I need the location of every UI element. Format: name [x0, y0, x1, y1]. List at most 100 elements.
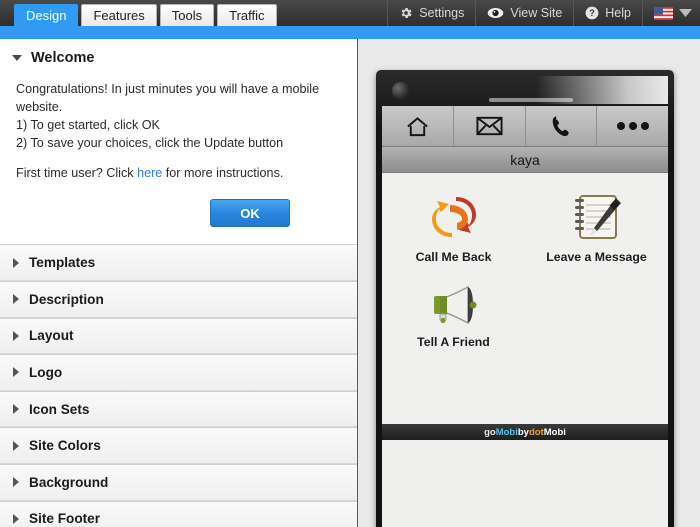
design-editor-panel: Welcome Congratulations! In just minutes… [0, 39, 358, 527]
mobile-nav-bar [382, 106, 668, 146]
tile-label-tell-a-friend: Tell A Friend [417, 335, 490, 349]
preview-pane: kaya Call Me Back Leave a Message Tell A… [358, 39, 700, 527]
accordion-item-layout[interactable]: Layout [0, 317, 357, 355]
ok-button[interactable]: OK [210, 199, 290, 228]
caret-down-icon [12, 55, 22, 61]
home-icon [405, 115, 430, 138]
caret-right-icon [13, 294, 19, 305]
caret-right-icon [13, 440, 19, 451]
caret-right-icon [13, 367, 19, 378]
tab-features[interactable]: Features [81, 4, 157, 26]
tile-label-leave-a-message: Leave a Message [546, 250, 647, 264]
tab-traffic[interactable]: Traffic [217, 4, 277, 26]
accent-strip [0, 26, 700, 39]
brand-dot: dot [528, 426, 544, 438]
top-toolbar: Design Features Tools Traffic Settings V… [0, 0, 700, 26]
welcome-line-3: 2) To save your choices, click the Updat… [16, 135, 284, 150]
phone-mockup: kaya Call Me Back Leave a Message Tell A… [376, 70, 674, 527]
tab-tools[interactable]: Tools [159, 4, 215, 26]
accordion-item-background[interactable]: Background [0, 463, 357, 501]
accordion-item-templates[interactable]: Templates [0, 244, 357, 281]
language-selector[interactable] [642, 0, 700, 26]
help-button[interactable]: ? Help [573, 0, 642, 26]
phone-icon [550, 115, 571, 137]
accordion-label-logo: Logo [29, 364, 63, 380]
help-label: Help [605, 6, 631, 20]
tab-features-label: Features [93, 8, 145, 23]
main-body: Welcome Congratulations! In just minutes… [0, 39, 700, 527]
notepad-pen-icon [571, 191, 623, 243]
nav-more-button[interactable] [597, 106, 668, 146]
brand-by: by [517, 426, 529, 438]
accordion-item-description[interactable]: Description [0, 280, 357, 318]
brand-go: go [484, 426, 496, 438]
accordion-label-description: Description [29, 291, 104, 307]
main-tab-bar: Design Features Tools Traffic [0, 0, 277, 26]
accordion-item-site-colors[interactable]: Site Colors [0, 427, 357, 464]
nav-mail-button[interactable] [454, 106, 526, 146]
nav-home-button[interactable] [382, 106, 454, 146]
top-actions: Settings View Site ? Help [387, 0, 700, 26]
tab-design-label: Design [26, 8, 67, 23]
welcome-body: Congratulations! In just minutes you wil… [0, 75, 357, 182]
footnote-suffix: for more instructions. [162, 165, 284, 180]
view-site-button[interactable]: View Site [475, 0, 573, 26]
screen-glare [536, 76, 668, 104]
welcome-title: Welcome [31, 50, 95, 66]
phone-bezel [382, 76, 668, 106]
view-site-label: View Site [510, 6, 563, 20]
tile-call-me-back[interactable]: Call Me Back [382, 191, 525, 264]
brand-mobi2: Mobi [543, 426, 566, 438]
caret-right-icon [13, 330, 19, 341]
screen-empty-area [382, 440, 668, 527]
accordion-item-icon-sets[interactable]: Icon Sets [0, 390, 357, 428]
tile-label-call-me-back: Call Me Back [415, 250, 492, 264]
brand-mobi: Mobi [495, 426, 518, 438]
svg-text:?: ? [590, 8, 595, 18]
call-back-arrows-icon [426, 191, 482, 243]
phone-screen: kaya Call Me Back Leave a Message Tell A… [382, 106, 668, 527]
caret-right-icon [13, 404, 19, 415]
gear-icon [399, 6, 413, 20]
accordion-label-site-colors: Site Colors [29, 438, 101, 454]
megaphone-icon [426, 282, 482, 328]
welcome-line-1: Congratulations! In just minutes you wil… [16, 82, 320, 114]
settings-button[interactable]: Settings [387, 0, 475, 26]
welcome-line-2: 1) To get started, click OK [16, 117, 160, 132]
us-flag-icon [654, 6, 673, 20]
accordion-label-icon-sets: Icon Sets [29, 401, 90, 417]
accordion-item-site-footer[interactable]: Site Footer [0, 500, 357, 527]
welcome-section-header[interactable]: Welcome [0, 39, 357, 75]
accordion-label-layout: Layout [29, 328, 74, 344]
welcome-actions: OK [0, 182, 357, 244]
camera-icon [392, 82, 409, 99]
chevron-down-icon [679, 8, 692, 18]
tile-leave-a-message[interactable]: Leave a Message [525, 191, 668, 264]
welcome-footnote: First time user? Click here for more ins… [16, 165, 341, 183]
site-title-text: kaya [510, 151, 540, 168]
accordion-label-templates: Templates [29, 255, 96, 271]
site-title-bar: kaya [382, 146, 668, 173]
tile-empty [525, 282, 668, 349]
instructions-link[interactable]: here [137, 166, 162, 180]
eye-icon [487, 7, 504, 19]
tile-row-1: Call Me Back Leave a Message [382, 191, 668, 282]
tab-tools-label: Tools [171, 8, 203, 23]
caret-right-icon [13, 513, 19, 524]
tab-design[interactable]: Design [14, 4, 79, 26]
question-circle-icon: ? [585, 6, 599, 20]
accordion-label-background: Background [29, 474, 109, 490]
settings-label: Settings [419, 6, 465, 20]
accordion-item-logo[interactable]: Logo [0, 354, 357, 391]
caret-right-icon [13, 477, 19, 488]
tile-tell-a-friend[interactable]: Tell A Friend [382, 282, 525, 349]
tab-traffic-label: Traffic [229, 8, 265, 23]
caret-right-icon [13, 257, 19, 268]
nav-phone-button[interactable] [526, 106, 598, 146]
tile-row-2: Tell A Friend [382, 282, 668, 367]
accordion-label-site-footer: Site Footer [29, 511, 100, 527]
envelope-icon [476, 116, 503, 136]
footnote-prefix: First time user? Click [16, 165, 138, 180]
mobile-footer-branding: go Mobi by dot Mobi [382, 424, 668, 440]
